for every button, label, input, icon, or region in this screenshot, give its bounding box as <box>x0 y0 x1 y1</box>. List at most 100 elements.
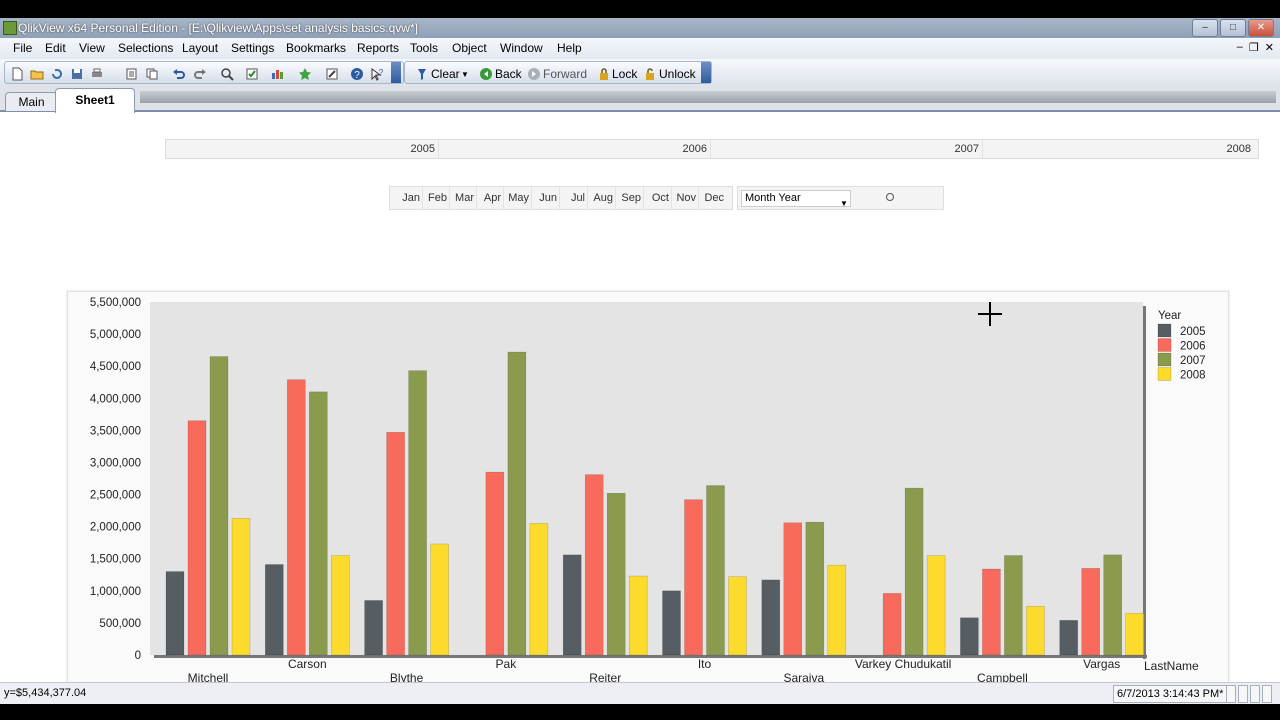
menu-file[interactable]: File <box>13 41 32 55</box>
forward-icon[interactable] <box>527 67 541 81</box>
tab-sheet1[interactable]: Sheet1 <box>55 88 135 113</box>
back-button[interactable]: Back <box>495 67 522 81</box>
month-item[interactable]: Feb <box>422 187 450 209</box>
month-item[interactable]: Jul <box>560 187 588 209</box>
menu-settings[interactable]: Settings <box>231 41 274 55</box>
title-bar: QlikView x64 Personal Edition - [E:\Qlik… <box>0 18 1280 38</box>
bar-2007 <box>1103 554 1122 656</box>
month-item[interactable]: Apr <box>476 187 504 209</box>
clear-button[interactable]: Clear <box>431 67 460 81</box>
menu-edit[interactable]: Edit <box>45 41 66 55</box>
print-icon[interactable] <box>90 67 104 81</box>
navigation-toolbar: Clear ▼ Back Forward Lock Unlock <box>404 61 712 84</box>
new-document-icon[interactable] <box>10 67 24 81</box>
y-tick-label: 1,000,000 <box>90 586 141 598</box>
redo-icon[interactable] <box>193 67 207 81</box>
mdi-close-icon[interactable]: ✕ <box>1265 41 1274 54</box>
lock-icon[interactable] <box>597 67 611 81</box>
forward-button[interactable]: Forward <box>543 67 587 81</box>
bar-chart-icon[interactable] <box>270 67 284 81</box>
clear-field-icon[interactable] <box>886 193 894 201</box>
year-item[interactable]: 2007 <box>710 140 983 158</box>
month-item[interactable]: Jan <box>395 187 423 209</box>
toolbar-overflow-button[interactable] <box>391 62 401 83</box>
minimize-button[interactable]: – <box>1192 19 1218 37</box>
unlock-button[interactable]: Unlock <box>659 67 696 81</box>
menu-tools[interactable]: Tools <box>410 41 438 55</box>
clear-dropdown-arrow-icon[interactable]: ▼ <box>461 70 469 79</box>
month-item[interactable]: Jun <box>532 187 560 209</box>
bar-2008 <box>628 575 648 656</box>
menu-window[interactable]: Window <box>500 41 543 55</box>
menu-help[interactable]: Help <box>557 41 582 55</box>
menu-bookmarks[interactable]: Bookmarks <box>286 41 346 55</box>
month-item[interactable]: May <box>504 187 532 209</box>
standard-toolbar: ? ? <box>4 61 404 84</box>
search-icon[interactable] <box>220 67 234 81</box>
bar-2005 <box>960 617 979 656</box>
status-bar: y=$5,434,377.04 6/7/2013 3:14:43 PM* <box>0 682 1280 704</box>
bar-2006 <box>882 593 902 656</box>
year-item[interactable]: 2005 <box>166 140 439 158</box>
month-item[interactable]: Nov <box>671 187 699 209</box>
bar-2007 <box>805 521 825 656</box>
menu-selections[interactable]: Selections <box>118 41 173 55</box>
bar-2005 <box>761 579 781 656</box>
y-tick-label: 2,500,000 <box>90 490 141 502</box>
menu-object[interactable]: Object <box>452 41 487 55</box>
legend-title: Year <box>1158 310 1181 322</box>
month-item[interactable]: Dec <box>699 187 726 209</box>
bar-2006 <box>386 432 405 656</box>
menu-reports[interactable]: Reports <box>357 41 399 55</box>
maximize-button[interactable]: □ <box>1220 19 1246 37</box>
bar-2007 <box>904 487 924 656</box>
mdi-minimize-icon[interactable]: – <box>1237 41 1243 54</box>
bookmark-star-icon[interactable] <box>298 67 312 81</box>
month-item[interactable]: Mar <box>449 187 477 209</box>
mdi-restore-icon[interactable]: ❐ <box>1249 41 1259 54</box>
navigation-toolbar-overflow-button[interactable] <box>701 62 711 83</box>
open-folder-icon[interactable] <box>30 67 44 81</box>
copy-icon[interactable] <box>145 67 159 81</box>
back-icon[interactable] <box>479 67 493 81</box>
save-icon[interactable] <box>70 67 84 81</box>
lock-button[interactable]: Lock <box>612 67 637 81</box>
unlock-icon[interactable] <box>643 67 657 81</box>
year-item[interactable]: 2006 <box>438 140 711 158</box>
context-help-icon[interactable]: ? <box>370 67 384 81</box>
bar-2005 <box>562 554 582 656</box>
qlikview-app-icon <box>3 21 17 35</box>
month-year-dropdown[interactable]: Month Year ▼ <box>741 190 851 208</box>
chart-object[interactable]: 0 500,000 1,000,000 1,500,000 2,000,000 2,500… <box>67 291 1229 691</box>
year-item[interactable]: 2008 <box>982 140 1254 158</box>
legend-swatch <box>1157 338 1172 352</box>
sheet-tab-strip: Main Sheet1 <box>0 85 1280 113</box>
close-button[interactable]: ✕ <box>1248 19 1274 37</box>
y-tick-label: 4,500,000 <box>90 361 141 373</box>
reload-icon[interactable] <box>50 67 64 81</box>
bar-2005 <box>662 590 681 656</box>
edit-pencil-icon[interactable] <box>325 67 339 81</box>
menu-view[interactable]: View <box>79 41 105 55</box>
y-tick-label: 500,000 <box>99 618 141 630</box>
bar-2008 <box>231 518 251 656</box>
month-item[interactable]: Oct <box>644 187 672 209</box>
bar-2007 <box>209 356 229 656</box>
bar-2005 <box>1059 620 1078 656</box>
y-tick-label: 0 <box>135 650 141 662</box>
bar-2008 <box>728 576 747 656</box>
month-item[interactable]: Aug <box>588 187 616 209</box>
check-box-icon[interactable] <box>245 67 259 81</box>
help-icon[interactable]: ? <box>350 67 364 81</box>
plot-shadow <box>1143 306 1146 659</box>
undo-icon[interactable] <box>172 67 186 81</box>
y-tick-label: 2,000,000 <box>90 522 141 534</box>
x-axis-title: LastName <box>1144 659 1199 673</box>
legend-label: 2008 <box>1180 370 1206 382</box>
edit-script-icon[interactable] <box>125 67 139 81</box>
bar-2007 <box>606 493 626 656</box>
tab-main[interactable]: Main <box>5 92 58 111</box>
month-item[interactable]: Sep <box>616 187 644 209</box>
menu-layout[interactable]: Layout <box>182 41 218 55</box>
clear-icon[interactable] <box>415 67 429 81</box>
